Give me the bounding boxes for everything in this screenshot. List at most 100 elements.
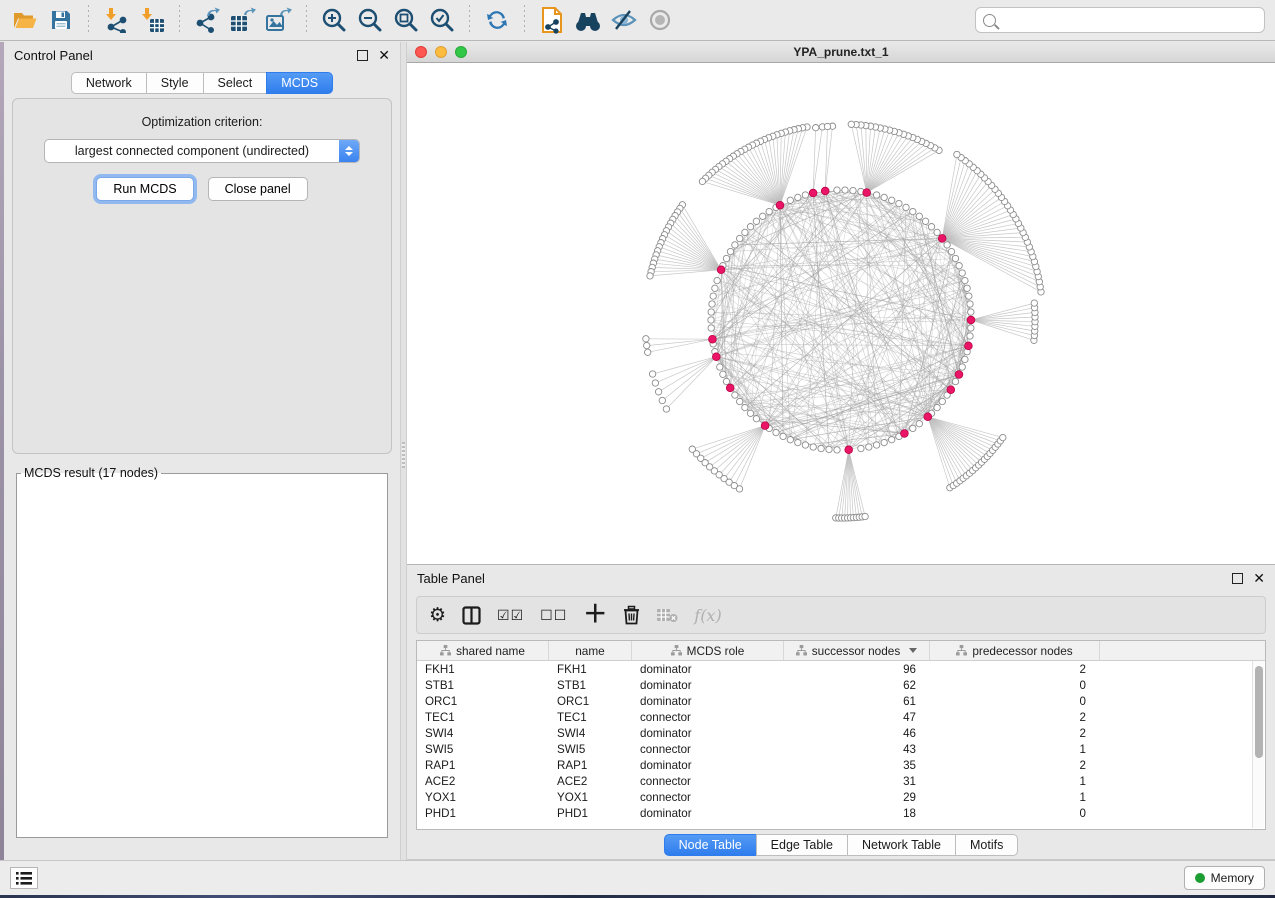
column-header-mcds-role[interactable]: MCDS role: [632, 641, 784, 660]
search-network-button[interactable]: [573, 6, 603, 34]
window-close-icon[interactable]: [415, 46, 427, 58]
panel-splitter[interactable]: [400, 42, 407, 860]
close-panel-button[interactable]: Close panel: [208, 177, 308, 201]
cell-predecessor-nodes[interactable]: 1: [930, 789, 1100, 805]
cell-shared-name[interactable]: SWI5: [417, 741, 549, 757]
delete-row-button[interactable]: [623, 605, 640, 625]
zoom-fit-button[interactable]: [391, 6, 421, 34]
table-row[interactable]: FKH1 FKH1 dominator 96 2: [417, 661, 1265, 677]
cell-shared-name[interactable]: TEC1: [417, 709, 549, 725]
cell-name[interactable]: ORC1: [549, 693, 632, 709]
cell-successor-nodes[interactable]: 43: [784, 741, 930, 757]
cell-successor-nodes[interactable]: 47: [784, 709, 930, 725]
cell-successor-nodes[interactable]: 62: [784, 677, 930, 693]
cell-predecessor-nodes[interactable]: 0: [930, 805, 1100, 821]
cell-mcds-role[interactable]: dominator: [632, 725, 784, 741]
network-canvas[interactable]: [407, 63, 1275, 564]
cell-name[interactable]: PHD1: [549, 805, 632, 821]
cell-mcds-role[interactable]: dominator: [632, 661, 784, 677]
cell-shared-name[interactable]: YOX1: [417, 789, 549, 805]
cell-successor-nodes[interactable]: 61: [784, 693, 930, 709]
refresh-button[interactable]: [482, 6, 512, 34]
table-row[interactable]: YOX1 YOX1 connector 29 1: [417, 789, 1265, 805]
cell-shared-name[interactable]: RAP1: [417, 757, 549, 773]
save-session-button[interactable]: [46, 6, 76, 34]
table-row[interactable]: RAP1 RAP1 dominator 35 2: [417, 757, 1265, 773]
cell-mcds-role[interactable]: connector: [632, 789, 784, 805]
network-graph[interactable]: [407, 63, 1275, 564]
tab-edge-table[interactable]: Edge Table: [756, 834, 847, 856]
cell-mcds-role[interactable]: dominator: [632, 677, 784, 693]
cell-shared-name[interactable]: FKH1: [417, 661, 549, 677]
cell-shared-name[interactable]: ORC1: [417, 693, 549, 709]
cell-mcds-role[interactable]: dominator: [632, 757, 784, 773]
cell-predecessor-nodes[interactable]: 0: [930, 677, 1100, 693]
window-zoom-icon[interactable]: [455, 46, 467, 58]
cell-name[interactable]: ACE2: [549, 773, 632, 789]
column-header-name[interactable]: name: [549, 641, 632, 660]
cell-shared-name[interactable]: ACE2: [417, 773, 549, 789]
cell-shared-name[interactable]: PHD1: [417, 805, 549, 821]
export-image-button[interactable]: [264, 6, 294, 34]
search-input[interactable]: [1001, 13, 1257, 27]
export-network-button[interactable]: [192, 6, 222, 34]
table-row[interactable]: SWI4 SWI4 dominator 46 2: [417, 725, 1265, 741]
table-row[interactable]: STB1 STB1 dominator 62 0: [417, 677, 1265, 693]
run-mcds-button[interactable]: Run MCDS: [96, 177, 193, 201]
zoom-selected-button[interactable]: [427, 6, 457, 34]
cell-mcds-role[interactable]: connector: [632, 741, 784, 757]
add-column-button[interactable]: ＋: [583, 605, 607, 625]
cell-shared-name[interactable]: SWI4: [417, 725, 549, 741]
select-all-button[interactable]: ☑☑: [497, 607, 524, 624]
window-minimize-icon[interactable]: [435, 46, 447, 58]
column-header-shared-name[interactable]: shared name: [417, 641, 549, 660]
network-from-document-button[interactable]: [537, 6, 567, 34]
table-row[interactable]: TEC1 TEC1 connector 47 2: [417, 709, 1265, 725]
table-scrollbar[interactable]: [1252, 661, 1264, 828]
table-row[interactable]: SWI5 SWI5 connector 43 1: [417, 741, 1265, 757]
tab-network-table[interactable]: Network Table: [847, 834, 955, 856]
table-settings-button[interactable]: ⚙: [429, 606, 446, 625]
import-table-button[interactable]: [137, 6, 167, 34]
optimization-criterion-select[interactable]: largest connected component (undirected): [44, 139, 360, 163]
cell-mcds-role[interactable]: connector: [632, 773, 784, 789]
cell-name[interactable]: SWI5: [549, 741, 632, 757]
tab-network[interactable]: Network: [71, 72, 146, 94]
memory-button[interactable]: Memory: [1184, 866, 1265, 890]
zoom-in-button[interactable]: [319, 6, 349, 34]
cell-predecessor-nodes[interactable]: 1: [930, 741, 1100, 757]
tab-mcds[interactable]: MCDS: [266, 72, 333, 94]
cell-predecessor-nodes[interactable]: 0: [930, 693, 1100, 709]
tab-select[interactable]: Select: [203, 72, 267, 94]
cell-name[interactable]: STB1: [549, 677, 632, 693]
column-header-successor-nodes[interactable]: successor nodes: [784, 641, 930, 660]
tab-motifs[interactable]: Motifs: [955, 834, 1018, 856]
show-details-button[interactable]: [645, 6, 675, 34]
close-panel-icon[interactable]: ✕: [378, 50, 390, 61]
hide-details-button[interactable]: [609, 6, 639, 34]
cell-mcds-role[interactable]: dominator: [632, 693, 784, 709]
sort-chevron-icon[interactable]: [909, 648, 917, 653]
float-table-panel-icon[interactable]: [1232, 573, 1243, 584]
task-history-button[interactable]: [10, 867, 38, 889]
cell-name[interactable]: TEC1: [549, 709, 632, 725]
cell-successor-nodes[interactable]: 29: [784, 789, 930, 805]
cell-predecessor-nodes[interactable]: 2: [930, 757, 1100, 773]
show-columns-button[interactable]: [462, 606, 481, 625]
mcds-result-list[interactable]: PHD1CAR1STP4TID3YOX1SWI4SRD1PMA2FKH1ACE2…: [17, 480, 387, 484]
cell-name[interactable]: FKH1: [549, 661, 632, 677]
cell-successor-nodes[interactable]: 46: [784, 725, 930, 741]
cell-successor-nodes[interactable]: 96: [784, 661, 930, 677]
toolbar-search[interactable]: [975, 7, 1265, 33]
mcds-result-item[interactable]: PHD1: [23, 482, 373, 484]
cell-name[interactable]: SWI4: [549, 725, 632, 741]
import-network-button[interactable]: [101, 6, 131, 34]
column-header-predecessor-nodes[interactable]: predecessor nodes: [930, 641, 1100, 660]
zoom-out-button[interactable]: [355, 6, 385, 34]
cell-predecessor-nodes[interactable]: 2: [930, 661, 1100, 677]
cell-predecessor-nodes[interactable]: 1: [930, 773, 1100, 789]
cell-predecessor-nodes[interactable]: 2: [930, 725, 1100, 741]
table-row[interactable]: ACE2 ACE2 connector 31 1: [417, 773, 1265, 789]
export-table-button[interactable]: [228, 6, 258, 34]
cell-name[interactable]: RAP1: [549, 757, 632, 773]
